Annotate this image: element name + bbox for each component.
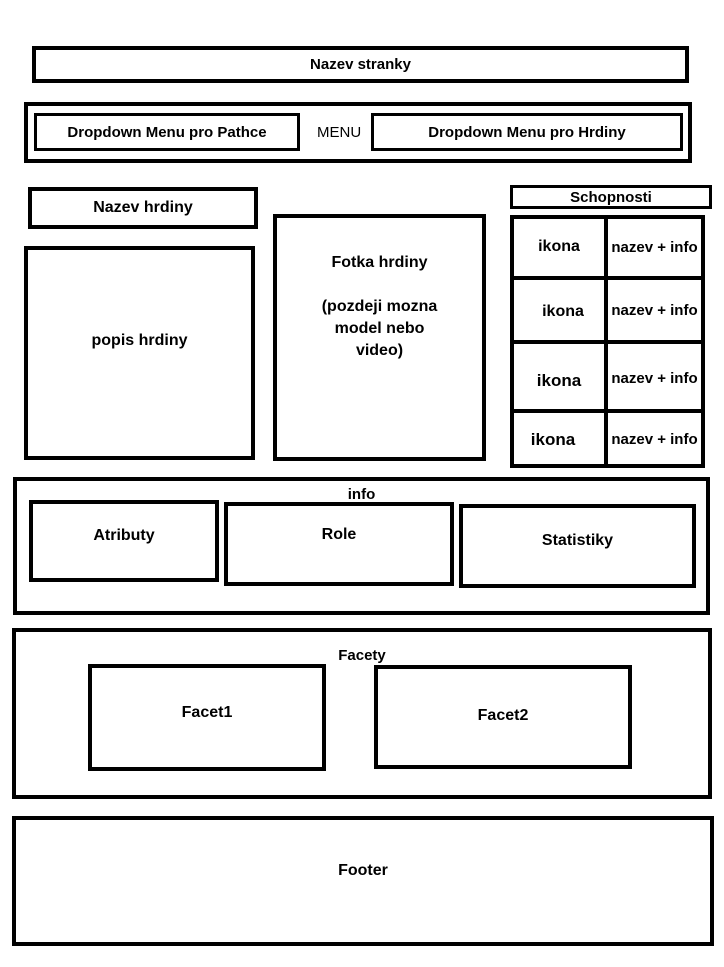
facet2-label: Facet2: [477, 707, 529, 724]
abilities-divider-1: [514, 276, 701, 280]
photo-line-4: video): [355, 342, 404, 359]
facets-section: Facety Facet1 Facet2: [12, 628, 712, 799]
hero-name-box: Nazev hrdiny: [28, 187, 258, 229]
stats-box: Statistiky: [459, 504, 696, 588]
nav-bar: Dropdown Menu pro Pathce MENU Dropdown M…: [24, 102, 692, 163]
footer-label: Footer: [338, 862, 388, 879]
facets-title: Facety: [338, 647, 386, 664]
abilities-title: Schopnosti: [570, 188, 652, 206]
ability-text: nazev + info: [611, 239, 698, 256]
ability-text: nazev + info: [611, 431, 698, 448]
menu-label: MENU: [317, 124, 362, 141]
patches-dropdown[interactable]: Dropdown Menu pro Pathce: [34, 113, 300, 151]
abilities-title-box: Schopnosti: [510, 185, 712, 209]
role-label: Role: [321, 526, 357, 543]
ability-icon: ikona: [536, 371, 582, 390]
stats-label: Statistiky: [541, 532, 614, 549]
heroes-dropdown[interactable]: Dropdown Menu pro Hrdiny: [371, 113, 683, 151]
ability-icon: ikona: [530, 430, 576, 449]
attributes-label: Atributy: [93, 527, 155, 544]
role-box: Role: [224, 502, 454, 586]
abilities-divider-3: [514, 409, 701, 413]
photo-line-2: (pozdeji mozna: [321, 298, 438, 315]
footer: Footer: [12, 816, 714, 946]
hero-description: popis hrdiny: [91, 332, 188, 349]
photo-line-1: Fotka hrdiny: [331, 254, 428, 271]
facet2-box: Facet2: [374, 665, 632, 769]
abilities-divider-2: [514, 340, 701, 344]
facet1-box: Facet1: [88, 664, 326, 771]
patches-dropdown-label: Dropdown Menu pro Pathce: [67, 123, 267, 141]
photo-line-3: model nebo: [334, 320, 425, 337]
hero-description-box: popis hrdiny: [24, 246, 255, 460]
page-title: Nazev stranky: [310, 56, 411, 73]
ability-icon: ikona: [542, 303, 584, 320]
info-section: info Atributy Role Statistiky: [13, 477, 710, 615]
ability-icon: ikona: [538, 238, 580, 255]
page-title-box: Nazev stranky: [32, 46, 689, 83]
hero-name: Nazev hrdiny: [93, 199, 193, 216]
heroes-dropdown-label: Dropdown Menu pro Hrdiny: [428, 123, 626, 141]
hero-photo-box: Fotka hrdiny (pozdeji mozna model nebo v…: [273, 214, 486, 461]
ability-text: nazev + info: [611, 370, 698, 387]
hero-photo-caption: Fotka hrdiny (pozdeji mozna model nebo v…: [277, 252, 482, 362]
facet1-label: Facet1: [181, 704, 233, 721]
ability-text: nazev + info: [611, 302, 698, 319]
attributes-box: Atributy: [29, 500, 219, 582]
abilities-grid: ikona nazev + info ikona nazev + info ik…: [510, 215, 705, 468]
